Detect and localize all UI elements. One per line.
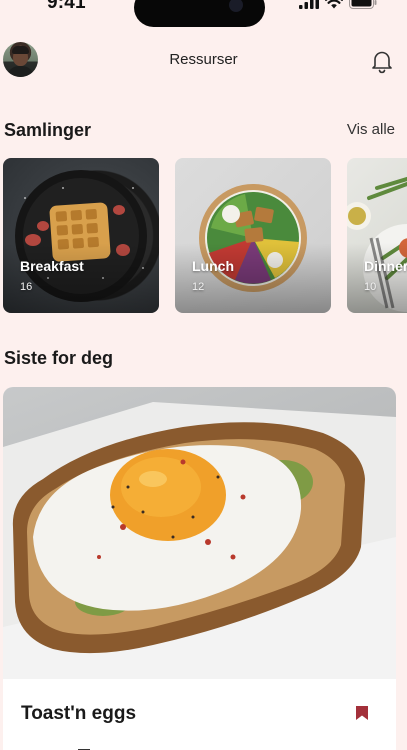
card-shade [175, 243, 331, 313]
recent-title: Siste for deg [4, 348, 114, 368]
collection-count: 10 [364, 281, 377, 293]
status-time: 9:41 [47, 0, 86, 13]
wifi-icon [325, 0, 343, 9]
card-shade [3, 243, 159, 313]
resources-screen: 9:41 Ressurser Samlinger Vis alle Breakf… [0, 0, 407, 750]
collection-card-breakfast[interactable]: Breakfast 16 [3, 158, 159, 313]
recipe-title: Toast'n eggs [21, 703, 137, 724]
collection-card-lunch[interactable]: Lunch 12 [175, 158, 331, 313]
collections-carousel[interactable]: Breakfast 16 Lunch 12 Dinner 10 [3, 158, 407, 313]
collection-count: 16 [20, 281, 33, 293]
signal-icon [299, 0, 319, 9]
page-title: Ressurser [169, 51, 238, 68]
status-icons [299, 0, 377, 9]
card-shade [347, 243, 407, 313]
recipe-image [3, 387, 396, 679]
battery-icon [349, 0, 377, 9]
bookmark-icon [356, 706, 368, 720]
see-all-link[interactable]: Vis alle [347, 121, 395, 138]
collection-count: 12 [192, 281, 205, 293]
collection-card-dinner[interactable]: Dinner 10 [347, 158, 407, 313]
bell-icon [372, 51, 392, 74]
bookmark-button[interactable] [355, 705, 369, 721]
collections-title: Samlinger [4, 120, 92, 140]
collection-name: Lunch [192, 258, 234, 274]
camera-icon [229, 0, 243, 12]
toast-eggs-image [3, 402, 396, 679]
recipe-card[interactable]: Toast'n eggs [3, 387, 396, 750]
meta-icon [77, 745, 91, 750]
collection-name: Dinner [364, 258, 407, 274]
dynamic-island [134, 0, 265, 27]
status-bar: 9:41 [0, 0, 407, 27]
notifications-button[interactable] [368, 47, 396, 75]
collection-name: Breakfast [20, 258, 84, 274]
header: Ressurser [0, 42, 407, 80]
